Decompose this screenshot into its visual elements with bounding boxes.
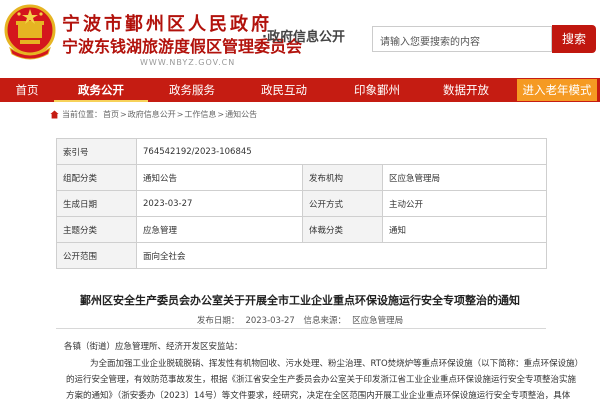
article-paragraph-line: 为全面加强工业企业脱硫脱硝、挥发性有机物回收、污水处理、粉尘治理、RTO焚烧炉等… <box>90 359 584 369</box>
date-label: 生成日期 <box>56 190 137 217</box>
breadcrumb-separator: > <box>120 110 127 119</box>
breadcrumb-separator: > <box>176 110 184 119</box>
site-url: WWW.NBYZ.GOV.CN <box>140 58 236 67</box>
disclosure-label: 公开方式 <box>302 190 383 217</box>
date-value: 2023-03-27 <box>136 190 303 217</box>
publish-date-label: 发布日期： <box>196 316 240 326</box>
disclosure-value: 主动公开 <box>382 190 547 217</box>
publisher-label: 发布机构 <box>302 164 383 191</box>
scope-label: 公开范围 <box>56 242 137 269</box>
site-subtitle: ·政府信息公开 <box>262 30 345 45</box>
breadcrumb-prefix: 当前位置： <box>62 110 102 119</box>
publish-date: 2023-03-27 <box>245 316 295 326</box>
table-row: 公开范围 面向全社会 <box>56 242 547 269</box>
breadcrumb-item-notices[interactable]: 通知公告 <box>225 109 257 120</box>
search-button[interactable]: 搜索 <box>552 25 596 53</box>
elder-mode-button[interactable]: 进入老年模式 <box>517 79 597 101</box>
nav-item-government-services[interactable]: 政务服务 <box>148 78 236 102</box>
breadcrumb-separator: > <box>217 110 225 119</box>
breadcrumb-item-home[interactable]: 首页 <box>103 109 119 120</box>
site-header: 宁波市鄞州区人民政府 宁波东钱湖旅游度假区管理委员会 ·政府信息公开 WWW.N… <box>0 0 600 78</box>
breadcrumb-item-work-info[interactable]: 工作信息 <box>184 109 216 120</box>
home-icon <box>50 110 59 119</box>
document-info-table: 索引号 764542192/2023-106845 组配分类 通知公告 发布机构… <box>56 138 547 269</box>
table-row: 组配分类 通知公告 发布机构 区应急管理局 <box>56 164 547 191</box>
source-label: 信息来源： <box>303 316 347 326</box>
index-value: 764542192/2023-106845 <box>136 138 547 165</box>
article-meta: 发布日期： 2023-03-27 信息来源： 区应急管理局 <box>0 314 600 326</box>
article-title: 鄞州区安全生产委员会办公室关于开展全市工业企业重点环保设施运行安全专项整治的通知 <box>80 294 520 307</box>
search-input[interactable]: 请输入您要搜索的内容 <box>372 26 552 52</box>
article-salutation: 各镇（街道）应急管理所、经济开发区安监站： <box>64 342 243 352</box>
category-label: 组配分类 <box>56 164 137 191</box>
table-row: 索引号 764542192/2023-106845 <box>56 138 547 165</box>
breadcrumb-item-info-disclosure[interactable]: 政府信息公开 <box>128 109 176 120</box>
nav-item-open-data[interactable]: 数据开放 <box>422 78 510 102</box>
publisher-value: 区应急管理局 <box>382 164 547 191</box>
breadcrumb: 当前位置： 首页 > 政府信息公开 > 工作信息 > 通知公告 <box>50 109 258 120</box>
category-value: 通知公告 <box>136 164 303 191</box>
index-label: 索引号 <box>56 138 137 165</box>
divider <box>56 328 546 329</box>
article-paragraph-line: 方案的通知》（浙安委办〔2023〕14号）等文件要求，经研究，决定在全区范围内开… <box>66 391 571 400</box>
scope-value: 面向全社会 <box>136 242 547 269</box>
table-row: 主题分类 应急管理 体裁分类 通知 <box>56 216 547 243</box>
nav-item-impression[interactable]: 印象鄞州 <box>332 78 422 102</box>
nav-item-government-affairs[interactable]: 政务公开 <box>54 78 148 102</box>
topic-label: 主题分类 <box>56 216 137 243</box>
nav-item-home[interactable]: 首页 <box>0 78 54 102</box>
topic-value: 应急管理 <box>136 216 303 243</box>
genre-value: 通知 <box>382 216 547 243</box>
genre-label: 体裁分类 <box>302 216 383 243</box>
source-value: 区应急管理局 <box>352 316 404 326</box>
table-row: 生成日期 2023-03-27 公开方式 主动公开 <box>56 190 547 217</box>
article-paragraph-line: 的运行安全管理，有效防范事故发生，根据《浙江省安全生产委员会办公室关于印发浙江省… <box>66 375 577 385</box>
national-emblem-icon[interactable] <box>4 4 56 62</box>
nav-item-interaction[interactable]: 政民互动 <box>236 78 332 102</box>
main-nav: 首页 政务公开 政务服务 政民互动 印象鄞州 数据开放 <box>0 78 600 102</box>
